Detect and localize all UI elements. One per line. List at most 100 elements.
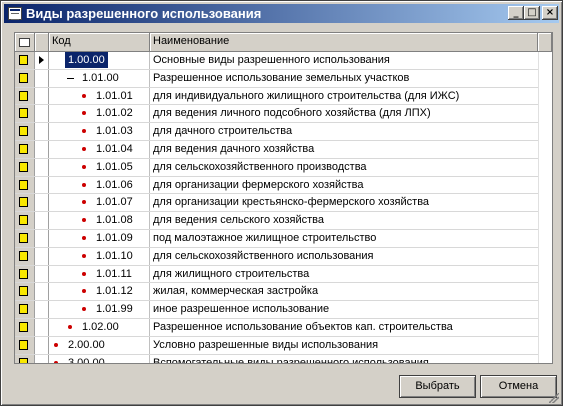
row-indicator[interactable]: [15, 336, 35, 354]
cell-name[interactable]: для индивидуального жилищного строительс…: [150, 88, 538, 105]
row-selector[interactable]: [35, 354, 49, 363]
cell-code[interactable]: 1.01.00: [49, 69, 150, 87]
table-row[interactable]: 3.00.00 Вспомогательные виды разрешенного…: [15, 354, 538, 363]
cell-code[interactable]: 1.01.08: [49, 212, 150, 229]
column-selector[interactable]: [35, 33, 49, 51]
cell-code[interactable]: 1.01.11: [49, 265, 150, 283]
row-indicator[interactable]: [15, 283, 35, 301]
row-indicator[interactable]: [15, 265, 35, 283]
cell-code[interactable]: 1.01.03: [49, 123, 150, 140]
cell-name[interactable]: для сельскохозяйственного производства: [150, 159, 538, 176]
row-selector[interactable]: [35, 140, 49, 158]
row-indicator[interactable]: [15, 105, 35, 123]
table-row[interactable]: 1.01.00 Разрешенное использование земельн…: [15, 69, 538, 88]
row-selector[interactable]: [35, 105, 49, 123]
row-selector[interactable]: [35, 176, 49, 194]
table-row[interactable]: 1.01.06 для организации фермерского хозяй…: [15, 176, 538, 195]
row-selector[interactable]: [35, 283, 49, 301]
cell-name[interactable]: Основные виды разрешенного использования: [150, 52, 538, 69]
cell-name[interactable]: для ведения дачного хозяйства: [150, 141, 538, 158]
row-selector[interactable]: [35, 318, 49, 336]
table-row[interactable]: 1.01.99 иное разрешенное использование: [15, 301, 538, 319]
table-row[interactable]: 1.01.12 жилая, коммерческая застройка: [15, 283, 538, 302]
cell-code[interactable]: 1.01.07: [49, 194, 150, 212]
row-selector[interactable]: [35, 69, 49, 87]
row-indicator[interactable]: [15, 69, 35, 87]
column-header-code[interactable]: Код: [49, 33, 150, 51]
row-indicator[interactable]: [15, 140, 35, 158]
cell-code[interactable]: 1.01.04: [49, 140, 150, 158]
cell-code[interactable]: 2.00.00: [49, 336, 150, 354]
table-row[interactable]: 1.01.08 для ведения сельского хозяйства: [15, 212, 538, 230]
cell-code[interactable]: 1.01.01: [49, 87, 150, 105]
cell-name[interactable]: Разрешенное использование земельных учас…: [150, 70, 538, 87]
cell-name[interactable]: для ведения сельского хозяйства: [150, 212, 538, 229]
row-indicator[interactable]: [15, 247, 35, 265]
cell-code[interactable]: 1.00.00: [49, 52, 150, 69]
row-indicator[interactable]: [15, 354, 35, 363]
cell-code[interactable]: 1.01.09: [49, 229, 150, 247]
cell-code[interactable]: 1.01.02: [49, 105, 150, 123]
usage-types-grid[interactable]: Код Наименование 1.00.00 Основные виды ра…: [14, 32, 553, 364]
row-indicator[interactable]: [15, 87, 35, 105]
table-row[interactable]: 1.01.09 под малоэтажное жилищное строител…: [15, 229, 538, 248]
table-row[interactable]: 1.01.01 для индивидуального жилищного стр…: [15, 87, 538, 106]
row-indicator[interactable]: [15, 212, 35, 229]
row-selector[interactable]: [35, 247, 49, 265]
cell-name[interactable]: Разрешенное использование объектов кап. …: [150, 319, 538, 336]
row-selector[interactable]: [35, 52, 49, 69]
cancel-button[interactable]: Отмена: [480, 375, 557, 398]
cell-code[interactable]: 1.01.12: [49, 283, 150, 301]
row-selector[interactable]: [35, 301, 49, 318]
collapse-icon[interactable]: [51, 52, 63, 69]
row-indicator[interactable]: [15, 158, 35, 176]
table-row[interactable]: 2.00.00 Условно разрешенные виды использо…: [15, 336, 538, 355]
cell-name[interactable]: Условно разрешенные виды использования: [150, 337, 538, 354]
cell-name[interactable]: жилая, коммерческая застройка: [150, 283, 538, 300]
table-row[interactable]: 1.01.11 для жилищного строительства: [15, 265, 538, 284]
minimize-button[interactable]: _: [508, 6, 524, 20]
row-selector[interactable]: [35, 123, 49, 140]
row-indicator[interactable]: [15, 301, 35, 318]
row-indicator[interactable]: [15, 318, 35, 336]
close-button[interactable]: ×: [542, 6, 558, 20]
cell-code[interactable]: 3.00.00: [49, 354, 150, 363]
cell-name[interactable]: Вспомогательные виды разрешенного исполь…: [150, 355, 538, 363]
row-selector[interactable]: [35, 87, 49, 105]
row-selector[interactable]: [35, 212, 49, 229]
row-indicator[interactable]: [15, 123, 35, 140]
cell-code[interactable]: 1.01.06: [49, 176, 150, 194]
row-indicator[interactable]: [15, 229, 35, 247]
cell-name[interactable]: иное разрешенное использование: [150, 301, 538, 318]
table-row[interactable]: 1.01.05 для сельскохозяйственного произво…: [15, 158, 538, 177]
grid-options-icon[interactable]: [15, 33, 35, 51]
select-button[interactable]: Выбрать: [399, 375, 476, 398]
cell-name[interactable]: под малоэтажное жилищное строительство: [150, 230, 538, 247]
cell-name[interactable]: для сельскохозяйственного использования: [150, 248, 538, 265]
cell-code[interactable]: 1.02.00: [49, 318, 150, 336]
table-row[interactable]: 1.01.10 для сельскохозяйственного использ…: [15, 247, 538, 266]
cell-name[interactable]: для жилищного строительства: [150, 266, 538, 283]
cell-code[interactable]: 1.01.10: [49, 247, 150, 265]
resize-grip-icon[interactable]: [549, 393, 559, 403]
row-selector[interactable]: [35, 336, 49, 354]
row-selector[interactable]: [35, 158, 49, 176]
column-header-name[interactable]: Наименование: [150, 33, 538, 51]
cell-code[interactable]: 1.01.99: [49, 301, 150, 318]
row-indicator[interactable]: [15, 52, 35, 69]
cell-name[interactable]: для дачного строительства: [150, 123, 538, 140]
vertical-scrollbar[interactable]: [538, 52, 552, 363]
row-selector[interactable]: [35, 194, 49, 212]
maximize-button[interactable]: □: [524, 6, 540, 20]
cell-name[interactable]: для организации фермерского хозяйства: [150, 177, 538, 194]
title-bar[interactable]: Виды разрешенного использования _ □ ×: [4, 4, 559, 23]
table-row[interactable]: 1.01.04 для ведения дачного хозяйства: [15, 140, 538, 159]
table-row[interactable]: 1.01.02 для ведения личного подсобного хо…: [15, 105, 538, 124]
row-indicator[interactable]: [15, 176, 35, 194]
collapse-icon[interactable]: [65, 70, 77, 87]
row-indicator[interactable]: [15, 194, 35, 212]
row-selector[interactable]: [35, 265, 49, 283]
cell-name[interactable]: для ведения личного подсобного хозяйства…: [150, 105, 538, 122]
table-row[interactable]: 1.01.07 для организации крестьянско-ферме…: [15, 194, 538, 213]
table-row[interactable]: 1.00.00 Основные виды разрешенного исполь…: [15, 52, 538, 70]
